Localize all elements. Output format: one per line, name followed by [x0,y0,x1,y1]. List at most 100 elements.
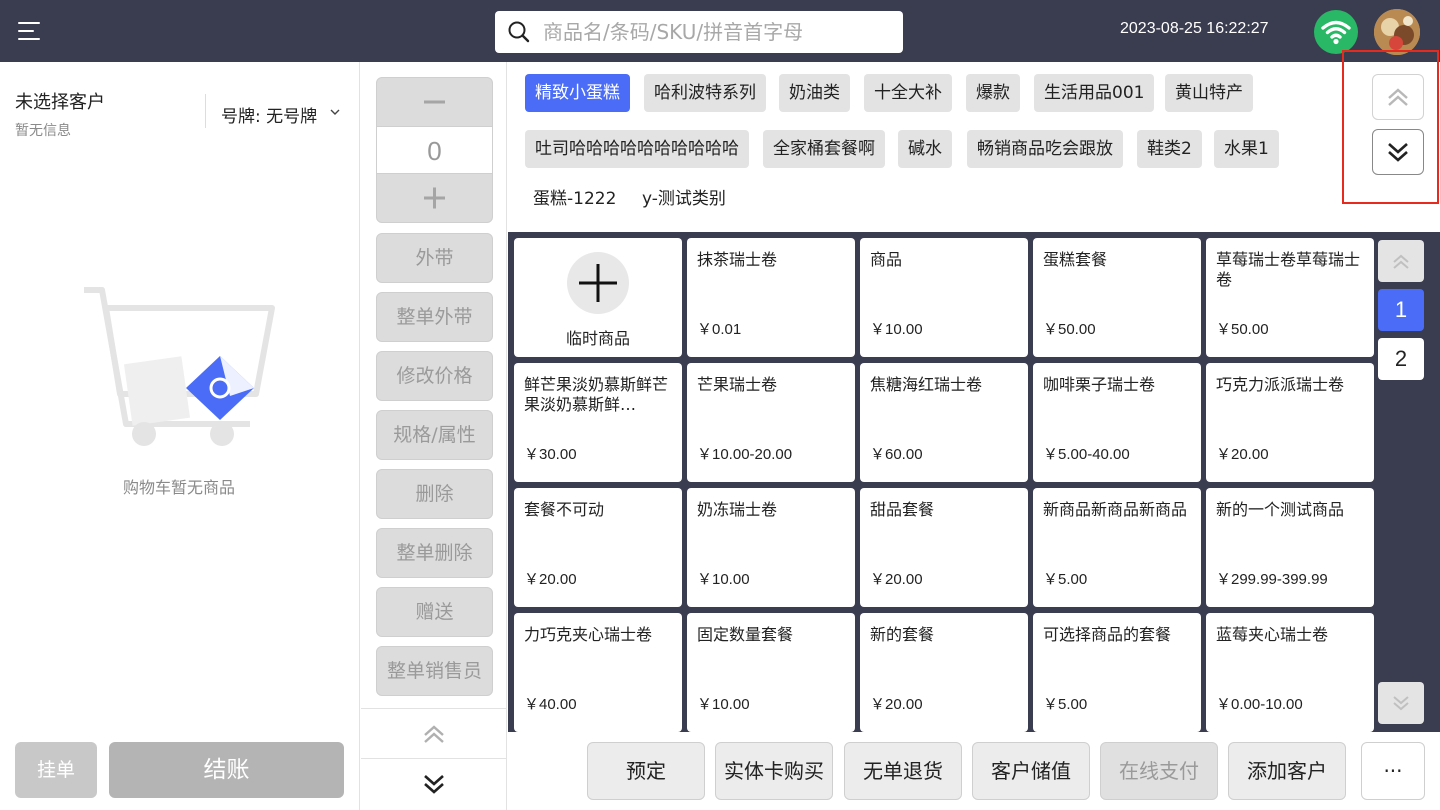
category-chip[interactable]: 水果1 [1214,130,1279,168]
product-card[interactable]: 商品 ￥10.00 [860,238,1028,357]
customer-name[interactable]: 未选择客户 [15,88,105,114]
category-chip[interactable]: 鞋类2 [1137,130,1202,168]
product-name: 力巧克夹心瑞士卷 [524,625,653,644]
gift-button[interactable]: 赠送 [376,587,493,637]
category-chip[interactable]: y-测试类别 [632,180,736,218]
hold-order-button[interactable]: 挂单 [15,742,97,798]
spec-attribute-button[interactable]: 规格/属性 [376,410,493,460]
increment-button[interactable] [377,174,492,222]
order-salesperson-button[interactable]: 整单销售员 [376,646,493,696]
product-name: 咖啡栗子瑞士卷 [1043,375,1156,394]
chevron-down-icon[interactable] [330,108,340,116]
search-box[interactable] [495,11,903,53]
category-chip[interactable]: 黄山特产 [1165,74,1253,112]
reserve-button[interactable]: 预定 [587,742,705,800]
delete-button[interactable]: 删除 [376,469,493,519]
order-takeaway-button[interactable]: 整单外带 [376,292,493,342]
product-card[interactable]: 可选择商品的套餐 ￥5.00 [1033,613,1201,732]
plus-icon [567,252,629,314]
product-name: 固定数量套餐 [697,625,794,644]
product-name: 蓝莓夹心瑞士卷 [1216,625,1329,644]
product-card[interactable]: 草莓瑞士卷草莓瑞士卷 ￥50.00 [1206,238,1374,357]
category-chip[interactable]: 畅销商品吃会跟放 [967,130,1123,168]
plate-selector[interactable]: 号牌: 无号牌 [221,102,317,127]
category-chip[interactable]: 碱水 [898,130,952,168]
product-card[interactable]: 甜品套餐 ￥20.00 [860,488,1028,607]
minus-icon [424,100,445,104]
product-card[interactable]: 蓝莓夹心瑞士卷 ￥0.00-10.00 [1206,613,1374,732]
page-button-1[interactable]: 1 [1378,289,1424,331]
category-chip[interactable]: 全家桶套餐啊 [763,130,885,168]
product-price: ￥5.00-40.00 [1043,446,1130,463]
product-price: ￥20.00 [870,696,923,713]
product-card[interactable]: 巧克力派派瑞士卷 ￥20.00 [1206,363,1374,482]
takeaway-button[interactable]: 外带 [376,233,493,283]
category-chip[interactable]: 蛋糕-1222 [523,180,626,218]
product-name: 商品 [870,250,903,269]
product-price: ￥20.00 [1216,446,1269,463]
decrement-button[interactable] [377,78,492,126]
online-payment-button[interactable]: 在线支付 [1100,742,1218,800]
double-chevron-up-icon [424,725,444,743]
product-price: ￥10.00 [697,571,750,588]
search-input[interactable] [543,17,893,47]
product-card[interactable]: 奶冻瑞士卷 ￥10.00 [687,488,855,607]
category-chip[interactable]: 精致小蛋糕 [525,74,630,112]
ops-scroll-up-button[interactable] [361,708,507,758]
product-card[interactable]: 新的一个测试商品 ￥299.99-399.99 [1206,488,1374,607]
product-name: 甜品套餐 [870,500,935,519]
quantity-stepper: 0 [376,77,493,223]
quantity-value[interactable]: 0 [377,126,492,174]
product-card[interactable]: 蛋糕套餐 ￥50.00 [1033,238,1201,357]
product-card[interactable]: 焦糖海红瑞士卷 ￥60.00 [860,363,1028,482]
product-name: 新的一个测试商品 [1216,500,1345,519]
category-chip[interactable]: 生活用品001 [1034,74,1155,112]
product-name: 焦糖海红瑞士卷 [870,375,983,394]
product-card[interactable]: 力巧克夹心瑞士卷 ￥40.00 [514,613,682,732]
avatar[interactable] [1374,9,1420,55]
checkout-button[interactable]: 结账 [109,742,344,798]
return-without-order-button[interactable]: 无单退货 [844,742,962,800]
category-chip[interactable]: 十全大补 [864,74,952,112]
temp-product-card[interactable]: 临时商品 [514,238,682,357]
product-price: ￥50.00 [1216,321,1269,338]
product-price: ￥0.00-10.00 [1216,696,1303,713]
modify-price-button[interactable]: 修改价格 [376,351,493,401]
wifi-button[interactable] [1314,10,1358,54]
category-bar: 精致小蛋糕 哈利波特系列 奶油类 十全大补 爆款 生活用品001 黄山特产 吐司… [508,50,1440,232]
category-chip[interactable]: 爆款 [966,74,1020,112]
ops-scroll-down-button[interactable] [361,758,507,810]
product-card[interactable]: 固定数量套餐 ￥10.00 [687,613,855,732]
more-button[interactable]: ··· [1361,742,1425,800]
double-chevron-down-icon [424,775,444,794]
product-name: 巧克力派派瑞士卷 [1216,375,1345,394]
page-up-button[interactable] [1378,240,1424,282]
add-customer-button[interactable]: 添加客户 [1228,742,1346,800]
product-price: ￥60.00 [870,446,923,463]
delete-order-button[interactable]: 整单删除 [376,528,493,578]
product-price: ￥10.00 [870,321,923,338]
product-name: 芒果瑞士卷 [697,375,778,394]
product-card[interactable]: 芒果瑞士卷 ￥10.00-20.00 [687,363,855,482]
product-card[interactable]: 咖啡栗子瑞士卷 ￥5.00-40.00 [1033,363,1201,482]
category-chip[interactable]: 哈利波特系列 [644,74,766,112]
product-card[interactable]: 抹茶瑞士卷 ￥0.01 [687,238,855,357]
menu-icon[interactable] [18,22,40,40]
product-price: ￥20.00 [524,571,577,588]
plus-icon [424,187,445,209]
product-card[interactable]: 套餐不可动 ￥20.00 [514,488,682,607]
category-chip[interactable]: 吐司哈哈哈哈哈哈哈哈哈哈 [525,130,749,168]
category-chip[interactable]: 奶油类 [779,74,850,112]
product-grid: 临时商品 抹茶瑞士卷 ￥0.01 商品 ￥10.00 蛋糕套餐 ￥50.00 草… [508,232,1440,732]
product-card[interactable]: 新商品新商品新商品 ￥5.00 [1033,488,1201,607]
product-card[interactable]: 新的套餐 ￥20.00 [860,613,1028,732]
product-card[interactable]: 鲜芒果淡奶慕斯鲜芒果淡奶慕斯鲜… ￥30.00 [514,363,682,482]
double-chevron-down-icon [1393,696,1409,711]
card-purchase-button[interactable]: 实体卡购买 [715,742,833,800]
page-down-button[interactable] [1378,682,1424,724]
product-price: ￥10.00 [697,696,750,713]
customer-recharge-button[interactable]: 客户储值 [972,742,1090,800]
avatar-image [1374,9,1420,55]
datetime: 2023-08-25 16:22:27 [1120,20,1269,37]
page-button-2[interactable]: 2 [1378,338,1424,380]
